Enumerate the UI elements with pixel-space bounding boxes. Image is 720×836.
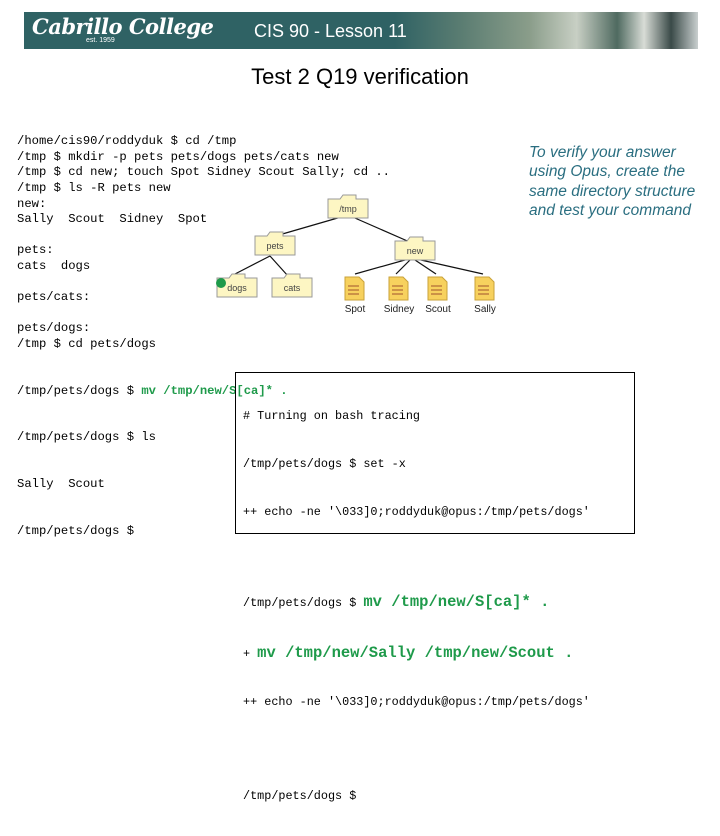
trace-mv-line: /tmp/pets/dogs $ mv /tmp/new/S[ca]* . (243, 594, 634, 611)
prompt: /tmp/pets/dogs $ (17, 383, 142, 398)
directory-tree: /tmp pets new dogs cats Spot Sidney Scout Sally (216, 194, 496, 315)
trace-expanded-line: + mv /tmp/new/Sally /tmp/new/Scout . (243, 645, 634, 662)
terminal-line: /home/cis90/roddyduk $ cd /tmp (17, 134, 237, 149)
file-icon[interactable]: Spot (344, 276, 366, 315)
terminal-line: /tmp $ cd new; touch Spot Sidney Scout S… (17, 165, 390, 180)
expanded-command: mv /tmp/new/Sally /tmp/new/Scout . (257, 644, 574, 662)
folder-label: /tmp (339, 204, 357, 214)
trace-line: # Turning on bash tracing (243, 409, 420, 423)
folder-cats[interactable]: cats (271, 273, 313, 298)
folder-label: cats (284, 283, 301, 293)
file-label: Spot (345, 304, 366, 315)
slide-title: Test 2 Q19 verification (251, 64, 469, 89)
trace-line: ++ echo -ne '\033]0;roddyduk@opus:/tmp/p… (243, 505, 590, 519)
file-label: Sally (474, 304, 496, 315)
file-icon[interactable]: Sally (474, 276, 496, 315)
instruction-note: To verify your answer using Opus, create… (529, 144, 696, 219)
lesson-title: CIS 90 - Lesson 11 (254, 21, 407, 41)
trace-plus: + (243, 647, 258, 661)
header-banner: Cabrillo College est. 1959 CIS 90 - Less… (24, 12, 698, 49)
file-label: Scout (425, 304, 451, 315)
folder-label: pets (266, 241, 284, 251)
college-logo: Cabrillo College (32, 14, 214, 39)
file-icon[interactable]: Sidney (384, 276, 415, 315)
folder-tmp[interactable]: /tmp (327, 194, 369, 219)
trace-box: # Turning on bash tracing /tmp/pets/dogs… (235, 372, 635, 803)
folder-label: new (407, 246, 424, 256)
logo-est: est. 1959 (86, 37, 115, 44)
prompt: /tmp/pets/dogs $ (243, 596, 364, 610)
file-icon[interactable]: Scout (425, 276, 451, 315)
trace-line: ++ echo -ne '\033]0;roddyduk@opus:/tmp/p… (243, 695, 590, 709)
file-label: Sidney (384, 304, 415, 315)
folder-label: dogs (227, 283, 247, 293)
folder-dogs[interactable]: dogs (216, 273, 258, 298)
trace-line: /tmp/pets/dogs $ (243, 789, 357, 803)
terminal-line: /tmp $ mkdir -p pets pets/dogs pets/cats… (17, 149, 339, 164)
trace-line: /tmp/pets/dogs $ set -x (243, 457, 406, 471)
terminal-line: pets/dogs: (17, 321, 91, 336)
mv-command: mv /tmp/new/S[ca]* . (363, 593, 550, 611)
folder-pets[interactable]: pets (254, 231, 296, 256)
terminal-line: /tmp $ cd pets/dogs (17, 336, 156, 351)
folder-new[interactable]: new (394, 236, 436, 261)
starburst-icon (216, 278, 226, 288)
